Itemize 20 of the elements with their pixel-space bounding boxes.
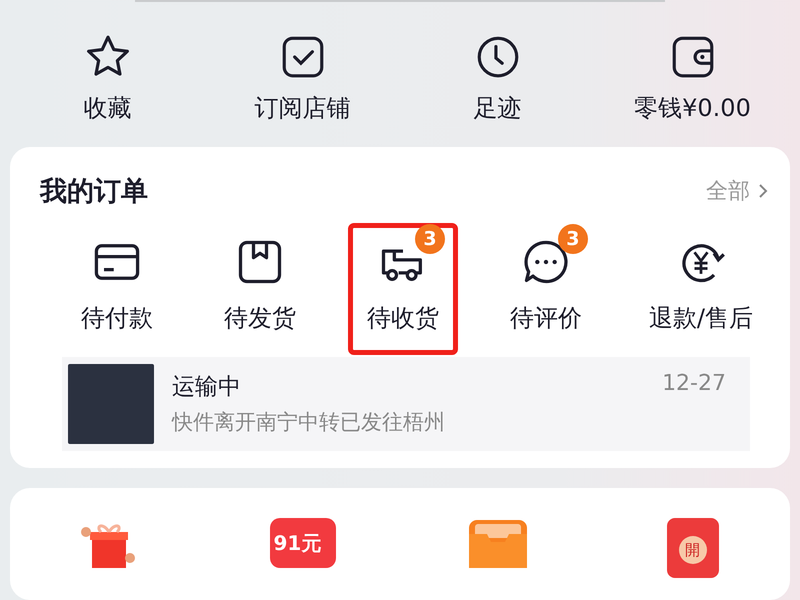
shipping-status: 运输中 <box>172 373 241 402</box>
order-status-item[interactable]: 待发货 <box>204 222 315 355</box>
order-status-item[interactable]: 退款/售后 <box>634 222 768 355</box>
tracking-row[interactable]: 运输中 12-27 快件离开南宁中转已发往梧州 <box>62 356 750 451</box>
section-title: 我的订单 <box>40 174 148 209</box>
card-wallet-icon[interactable] <box>466 518 528 568</box>
order-status-item[interactable]: 3 待收货 <box>348 222 458 355</box>
tracking-date: 12-27 <box>662 371 726 398</box>
quick-link[interactable]: 订阅店铺 <box>205 32 400 124</box>
envelope-icon[interactable]: 開 <box>666 518 718 578</box>
quick-link[interactable]: 收藏 <box>10 32 205 124</box>
chevron-icon <box>758 182 768 199</box>
count-badge: 3 <box>558 224 588 254</box>
quick-link[interactable]: 足迹 <box>400 32 595 124</box>
tracking-detail: 快件离开南宁中转已发往梧州 <box>172 409 446 436</box>
coupon-icon[interactable]: 91元 <box>270 518 336 568</box>
count-badge: 3 <box>414 224 445 254</box>
order-status-item[interactable]: 待付款 <box>62 222 172 355</box>
quick-link[interactable]: 零钱¥0.00 <box>595 32 790 124</box>
order-status-item[interactable]: 3 待评价 <box>490 222 601 355</box>
